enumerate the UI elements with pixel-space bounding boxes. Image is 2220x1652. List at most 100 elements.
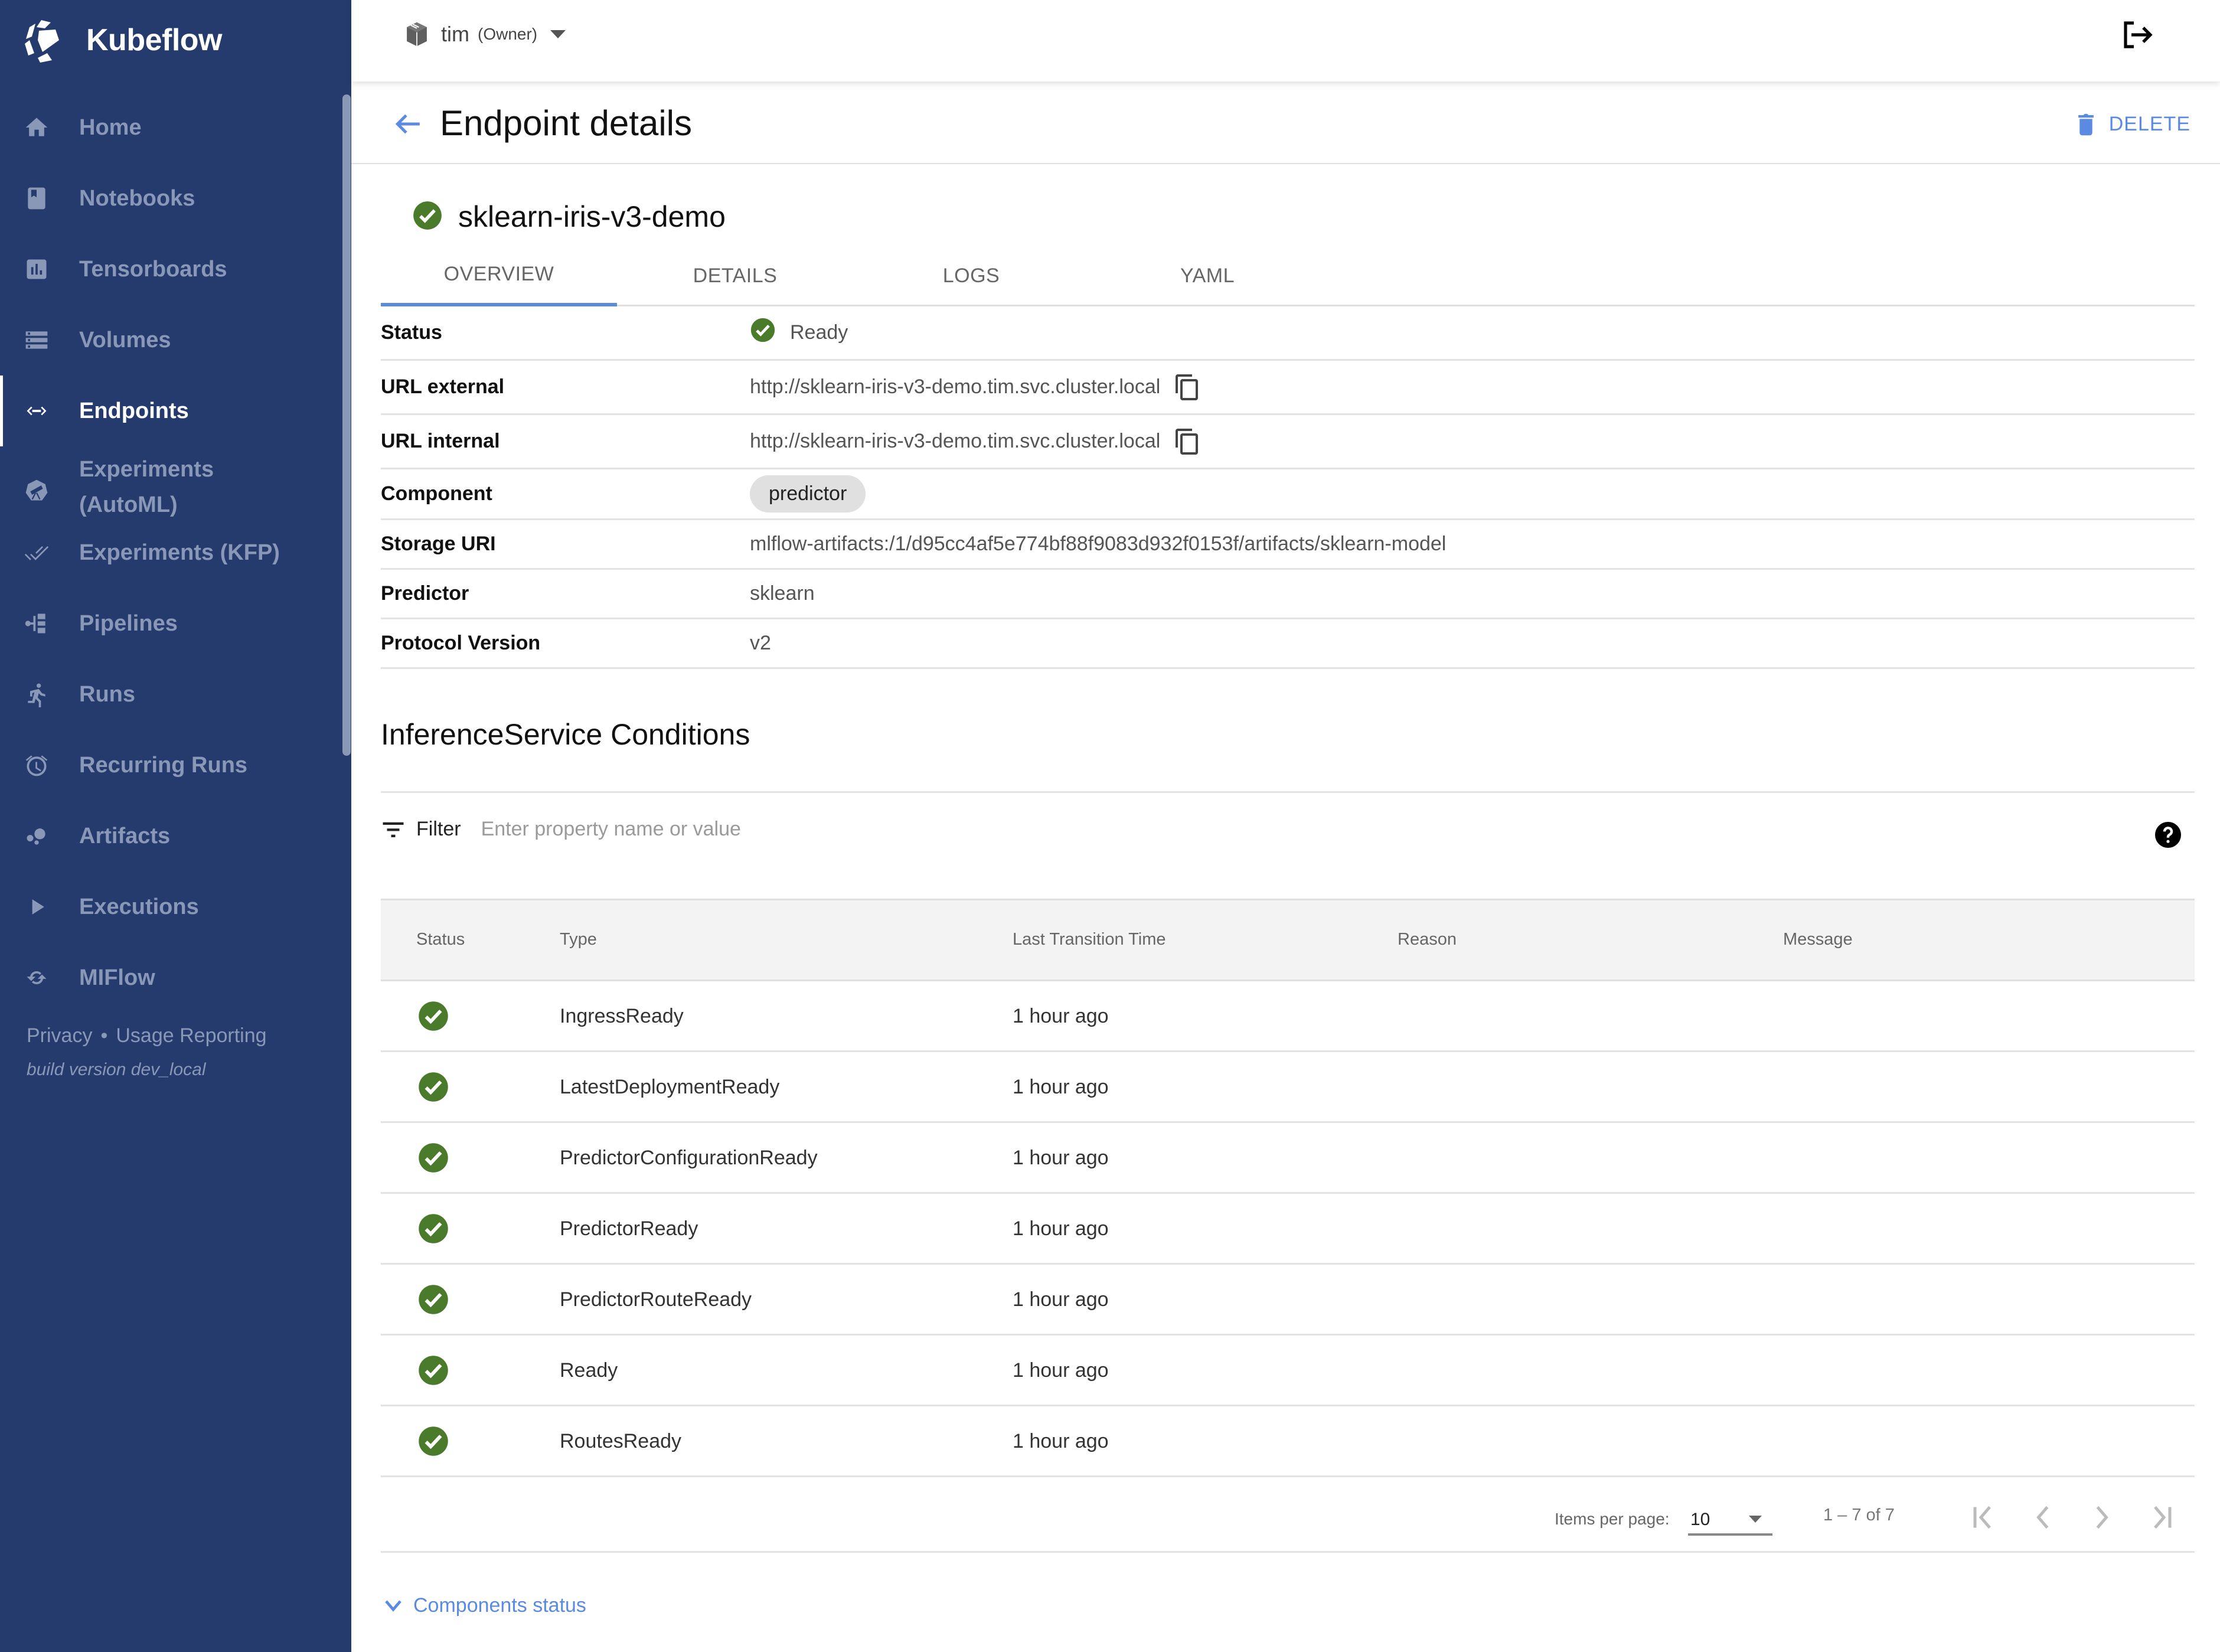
detail-row-url-internal: URL internal http://sklearn-iris-v3-demo… — [381, 415, 2195, 469]
endpoints-icon — [21, 396, 52, 426]
detail-value: mlflow-artifacts:/1/d95cc4af5e774bf88f90… — [750, 533, 1447, 555]
pipelines-icon — [21, 608, 52, 639]
detail-label: Storage URI — [381, 533, 496, 555]
delete-label: DELETE — [2108, 112, 2190, 135]
tab-yaml[interactable]: YAML — [1089, 245, 1326, 306]
filter-icon — [383, 822, 404, 837]
back-arrow-icon[interactable] — [393, 111, 422, 137]
sidebar-item-notebooks[interactable]: Notebooks — [0, 163, 342, 234]
namespace-selector[interactable]: tim (Owner) — [404, 21, 566, 47]
sidebar-item-label: Volumes — [79, 328, 171, 352]
first-page-icon — [1973, 1506, 1991, 1529]
sidebar-item-artifacts[interactable]: Artifacts — [0, 801, 342, 871]
next-page-button[interactable] — [2084, 1503, 2120, 1532]
sidebar-item-label: Executions — [79, 894, 199, 919]
detail-label: Predictor — [381, 582, 469, 605]
components-status-toggle[interactable]: Components status — [384, 1594, 586, 1617]
condition-type: Ready — [560, 1359, 618, 1382]
detail-value: v2 — [750, 632, 771, 654]
double-check-icon — [21, 537, 52, 568]
kubeflow-logo-icon — [25, 20, 60, 63]
sidebar-item-executions[interactable]: Executions — [0, 871, 342, 942]
previous-page-button[interactable] — [2025, 1503, 2061, 1532]
condition-time: 1 hour ago — [1013, 1005, 1109, 1027]
status-ready-icon — [417, 1142, 449, 1174]
last-page-icon — [2154, 1506, 2172, 1529]
tab-logs[interactable]: LOGS — [853, 245, 1089, 306]
sidebar-scrollbar[interactable] — [342, 94, 351, 756]
privacy-link[interactable]: Privacy — [27, 1024, 92, 1047]
section-divider — [381, 791, 2195, 793]
condition-time: 1 hour ago — [1013, 1147, 1109, 1169]
delete-button[interactable]: DELETE — [2077, 112, 2190, 136]
items-per-page-select[interactable]: 10 — [1688, 1503, 1772, 1536]
detail-value: http://sklearn-iris-v3-demo.tim.svc.clus… — [750, 427, 1200, 456]
sidebar-item-tensorboards[interactable]: Tensorboards — [0, 234, 342, 305]
sidebar-item-experiments-kfp[interactable]: Experiments (KFP) — [0, 517, 342, 588]
tab-bar: OVERVIEW DETAILS LOGS YAML — [381, 245, 2195, 306]
copy-icon[interactable] — [1174, 373, 1200, 402]
tab-details[interactable]: DETAILS — [617, 245, 853, 306]
volumes-icon — [21, 325, 52, 355]
chevron-down-icon — [1749, 1516, 1762, 1523]
kubeflow-logo[interactable]: Kubeflow — [21, 17, 222, 64]
column-header-last-transition-time[interactable]: Last Transition Time — [1013, 930, 1166, 949]
status-ready-icon — [417, 1071, 449, 1103]
separator-dot: • — [100, 1024, 108, 1047]
home-icon — [21, 112, 52, 143]
detail-row-url-external: URL external http://sklearn-iris-v3-demo… — [381, 361, 2195, 415]
sidebar-item-mlflow[interactable]: MIFlow — [0, 942, 342, 1013]
first-page-button[interactable] — [1966, 1503, 2002, 1532]
sidebar-item-pipelines[interactable]: Pipelines — [0, 588, 342, 659]
sidebar-item-runs[interactable]: Runs — [0, 659, 342, 730]
notebook-icon — [21, 183, 52, 214]
conditions-table: Status Type Last Transition Time Reason … — [381, 899, 2195, 1477]
sidebar-item-volumes[interactable]: Volumes — [0, 305, 342, 376]
status-ready-icon — [417, 1284, 449, 1315]
filter-input[interactable] — [481, 818, 1367, 841]
url-external-text[interactable]: http://sklearn-iris-v3-demo.tim.svc.clus… — [750, 376, 1160, 399]
artifacts-icon — [21, 821, 52, 851]
condition-type: PredictorConfigurationReady — [560, 1147, 818, 1169]
chevron-down-icon — [385, 1599, 401, 1612]
sidebar-item-recurring-runs[interactable]: Recurring Runs — [0, 730, 342, 801]
sidebar-item-label: Experiments — [79, 457, 214, 482]
logout-icon[interactable] — [2122, 20, 2155, 50]
column-header-reason[interactable]: Reason — [1398, 930, 1457, 949]
alarm-icon — [21, 750, 52, 781]
status-ready-icon — [417, 1000, 449, 1032]
detail-row-storage-uri: Storage URI mlflow-artifacts:/1/d95cc4af… — [381, 520, 2195, 570]
table-row: IngressReady 1 hour ago — [381, 981, 2195, 1052]
page-title: Endpoint details — [440, 103, 692, 143]
items-per-page-label: Items per page: — [1555, 1510, 1670, 1528]
sidebar-item-label: Tensorboards — [79, 257, 227, 282]
detail-row-status: Status Ready — [381, 306, 2195, 361]
sidebar-item-home[interactable]: Home — [0, 92, 342, 163]
copy-icon[interactable] — [1174, 427, 1200, 456]
column-header-type[interactable]: Type — [560, 930, 597, 949]
paginator: Items per page: 10 1 – 7 of 7 — [381, 1479, 2195, 1553]
detail-label: URL internal — [381, 430, 500, 452]
column-header-message[interactable]: Message — [1783, 930, 1853, 949]
detail-row-component: Component predictor — [381, 469, 2195, 520]
url-internal-text[interactable]: http://sklearn-iris-v3-demo.tim.svc.clus… — [750, 430, 1160, 453]
detail-value: Ready — [750, 317, 848, 348]
last-page-button[interactable] — [2143, 1503, 2179, 1532]
conditions-title: InferenceService Conditions — [381, 718, 750, 751]
sidebar-item-label: Runs — [79, 682, 135, 707]
chevron-left-icon — [2036, 1506, 2049, 1529]
filter-label: Filter — [416, 818, 461, 840]
condition-time: 1 hour ago — [1013, 1288, 1109, 1311]
column-header-status[interactable]: Status — [416, 930, 465, 949]
components-status-label: Components status — [413, 1594, 586, 1617]
status-ready-icon — [417, 1213, 449, 1245]
help-icon[interactable] — [2154, 821, 2182, 849]
tab-overview[interactable]: OVERVIEW — [381, 245, 617, 306]
sidebar-item-label: MIFlow — [79, 965, 155, 990]
usage-reporting-link[interactable]: Usage Reporting — [116, 1024, 266, 1047]
sidebar-item-endpoints[interactable]: Endpoints — [0, 376, 342, 446]
sidebar-item-label: Recurring Runs — [79, 753, 248, 778]
items-per-page-value: 10 — [1690, 1510, 1710, 1529]
table-row: LatestDeploymentReady 1 hour ago — [381, 1052, 2195, 1123]
chevron-right-icon — [2096, 1506, 2108, 1529]
